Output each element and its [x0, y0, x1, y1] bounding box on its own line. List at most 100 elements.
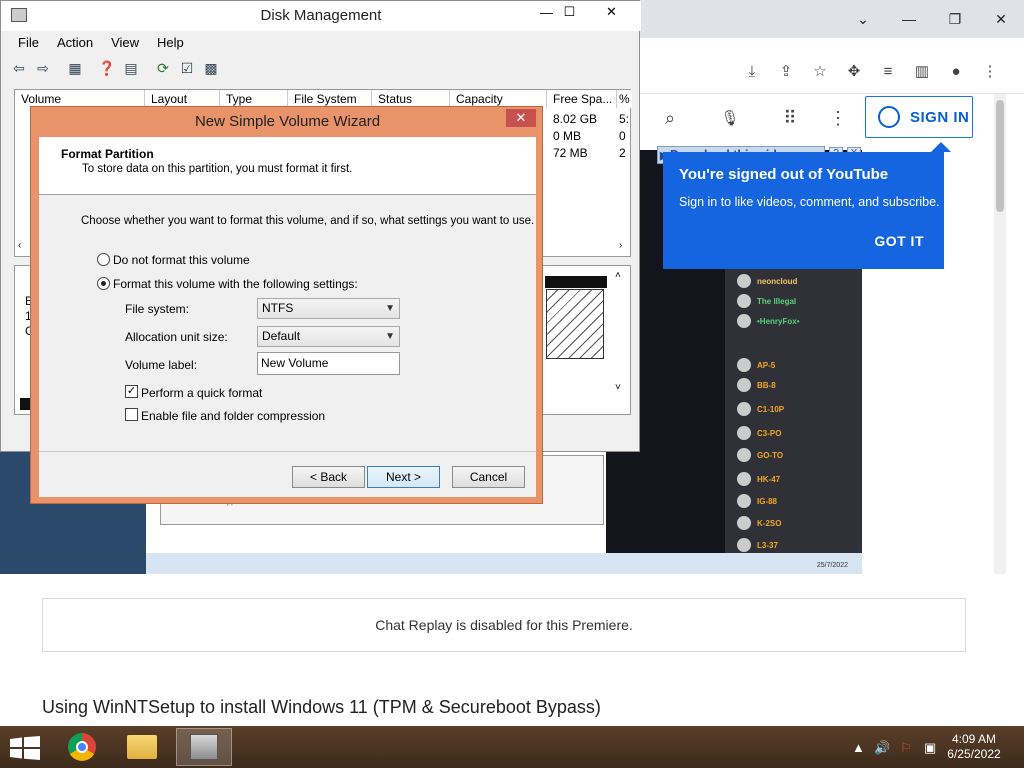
compression-label[interactable]: Enable file and folder compression [141, 409, 325, 423]
cancel-button[interactable]: Cancel [452, 466, 525, 488]
unallocated-partition[interactable] [546, 289, 604, 359]
clock-time: 4:09 AM [951, 732, 997, 746]
column-percent[interactable]: % [617, 90, 632, 108]
menu-action[interactable]: Action [48, 32, 102, 52]
allocation-unit-label: Allocation unit size: [125, 330, 228, 344]
scroll-up-icon[interactable]: ˄ [615, 270, 621, 281]
popup-text: Sign in to like videos, comment, and sub… [679, 195, 940, 209]
chat-replay-text: Chat Replay is disabled for this Premier… [375, 617, 633, 633]
wizard-page-subtitle: To store data on this partition, you mus… [82, 163, 353, 175]
wizard-title-bar: New Simple Volume Wizard ✕ [31, 107, 544, 131]
video-date: 25/7/2022 [816, 562, 848, 569]
compression-checkbox[interactable] [125, 408, 138, 421]
next-button[interactable]: Next > [367, 466, 440, 488]
article-title[interactable]: Using WinNTSetup to install Windows 11 (… [42, 697, 742, 721]
file-system-value: NTFS [262, 301, 294, 315]
volume-label-input[interactable]: New Volume [257, 352, 400, 375]
wizard-page-title: Format Partition [61, 147, 154, 161]
row1-free: 8.02 GB [553, 112, 598, 126]
got-it-button[interactable]: GOT IT [874, 233, 924, 249]
forward-arrow-icon[interactable]: ⇨ [33, 58, 53, 78]
allocation-unit-select[interactable]: Default ▼ [257, 326, 400, 347]
refresh-icon[interactable]: ⟳ [153, 58, 173, 78]
radio-no-format-label[interactable]: Do not format this volume [113, 253, 250, 267]
chrome-taskbar-button[interactable] [54, 728, 110, 766]
scroll-left-icon[interactable]: ‹ [18, 240, 21, 251]
file-system-select[interactable]: NTFS ▼ [257, 298, 400, 319]
toolbar: ⇦ ⇨ ▦ ❓ ▤ ⟳ ☑ ▩ [9, 56, 221, 80]
console-tree-icon[interactable]: ▦ [65, 58, 85, 78]
quick-format-label[interactable]: Perform a quick format [141, 386, 262, 400]
popup-title: You're signed out of YouTube [679, 166, 889, 183]
search-icon[interactable]: ⌕ [658, 106, 682, 130]
file-system-label: File system: [125, 302, 190, 316]
chevron-down-icon[interactable]: ⌄ [840, 0, 886, 38]
chrome-toolbar: ⤓ ⇪ ☆ ✥ ≡ ▥ ● ⋮ [636, 48, 1024, 94]
wizard-body: Format Partition To store data on this p… [39, 137, 536, 497]
chrome-title-bar: ⌄ — ❐ ✕ [636, 0, 1024, 38]
check-icon[interactable]: ☑ [177, 58, 197, 78]
volume-label-label: Volume label: [125, 358, 198, 372]
maximize-icon[interactable]: ☐ [547, 1, 592, 23]
radio-no-format[interactable] [97, 253, 110, 266]
show-hidden-icons[interactable]: ▲ [852, 740, 865, 755]
new-simple-volume-wizard: New Simple Volume Wizard ✕ Format Partit… [30, 106, 543, 504]
file-explorer-taskbar-button[interactable] [114, 728, 170, 766]
sign-in-button[interactable]: SIGN IN [865, 96, 973, 138]
install-icon[interactable]: ⤓ [740, 59, 764, 83]
radio-format-label[interactable]: Format this volume with the following se… [113, 277, 358, 291]
menu-view[interactable]: View [102, 32, 148, 52]
disk-management-icon [190, 734, 218, 760]
menu-file[interactable]: File [9, 32, 48, 52]
address-bar-strip [636, 38, 1024, 48]
quick-format-checkbox[interactable]: ✓ [125, 385, 138, 398]
apps-icon[interactable]: ⠿ [778, 106, 802, 130]
clock-date: 6/25/2022 [947, 747, 1001, 761]
back-button[interactable]: < Back [292, 466, 365, 488]
restore-icon[interactable]: ❐ [932, 0, 978, 38]
folder-icon [127, 735, 157, 759]
star-icon[interactable]: ☆ [808, 59, 832, 83]
chevron-down-icon: ▼ [385, 331, 395, 342]
disk-management-title-bar: Disk Management — ☐ ✕ [1, 1, 641, 31]
wizard-title: New Simple Volume Wizard [194, 113, 381, 130]
media-icon[interactable]: ≡ [876, 59, 900, 83]
close-icon[interactable]: ✕ [978, 0, 1024, 38]
close-icon[interactable]: ✕ [589, 1, 634, 23]
row2-pct: 0 [619, 129, 626, 143]
video-discord-member-list: neoncloud The Illegal •HenryFox• AP-5 BB… [725, 266, 862, 562]
network-icon[interactable]: ⚐ [900, 740, 912, 756]
row3-free: 72 MB [553, 146, 588, 160]
menu-help[interactable]: Help [148, 32, 193, 52]
settings-menu-icon[interactable]: ⋮ [826, 106, 850, 130]
windows-start-icon[interactable] [10, 736, 40, 760]
column-free-space[interactable]: Free Spa... [547, 90, 617, 108]
minimize-icon[interactable]: — [886, 0, 932, 38]
radio-format[interactable] [97, 277, 110, 290]
allocation-unit-value: Default [262, 329, 301, 343]
extensions-icon[interactable]: ✥ [842, 59, 866, 83]
popup-arrow [931, 142, 951, 152]
microphone-icon[interactable]: 🎙 [718, 106, 742, 130]
chrome-icon [68, 733, 96, 761]
back-arrow-icon[interactable]: ⇦ [9, 58, 29, 78]
scroll-down-icon[interactable]: ˅ [615, 382, 621, 393]
row2-free: 0 MB [553, 129, 582, 143]
row1-pct: 5: [619, 112, 630, 126]
volume-icon[interactable]: 🔊 [874, 740, 890, 756]
help-icon[interactable]: ❓ [97, 58, 117, 78]
wizard-instruction: Choose whether you want to format this v… [81, 215, 535, 227]
close-icon[interactable]: ✕ [506, 109, 536, 127]
page-scrollbar-thumb[interactable] [996, 100, 1004, 212]
profile-icon[interactable]: ● [944, 59, 968, 83]
video-taskbar: 25/7/2022 [146, 553, 862, 574]
share-icon[interactable]: ⇪ [774, 59, 798, 83]
settings-icon[interactable]: ▩ [201, 58, 221, 78]
clock[interactable]: 4:09 AM 6/25/2022 [934, 732, 1014, 762]
menu-icon[interactable]: ⋮ [978, 59, 1002, 83]
scroll-right-icon[interactable]: › [619, 240, 622, 251]
disk-management-taskbar-button[interactable] [176, 728, 232, 766]
side-panel-icon[interactable]: ▥ [910, 59, 934, 83]
chevron-down-icon: ▼ [385, 303, 395, 314]
properties-icon[interactable]: ▤ [121, 58, 141, 78]
